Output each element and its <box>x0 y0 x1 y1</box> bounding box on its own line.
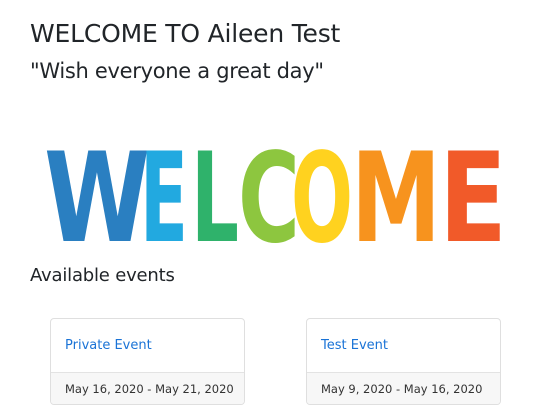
available-events-heading: Available events <box>30 265 175 286</box>
banner-letter: L <box>191 127 239 246</box>
welcome-banner-image: W E L C O M E <box>44 127 507 246</box>
banner-letter: E <box>439 127 507 246</box>
event-link-private-event[interactable]: Private Event <box>65 338 152 353</box>
welcome-banner: W E L C O M E <box>40 118 510 246</box>
banner-letter: W <box>44 127 150 246</box>
banner-letter: O <box>291 127 353 246</box>
event-dates: May 9, 2020 - May 16, 2020 <box>307 372 500 404</box>
event-card: Private Event May 16, 2020 - May 21, 202… <box>50 318 245 405</box>
page-title: WELCOME TO Aileen Test <box>30 19 341 48</box>
event-card-body: Test Event <box>307 319 500 372</box>
event-card: Test Event May 9, 2020 - May 16, 2020 <box>306 318 501 405</box>
event-link-test-event[interactable]: Test Event <box>321 338 388 353</box>
page-subtitle: "Wish everyone a great day" <box>30 59 324 83</box>
event-card-body: Private Event <box>51 319 244 372</box>
banner-letter: M <box>351 127 441 246</box>
event-dates: May 16, 2020 - May 21, 2020 <box>51 372 244 404</box>
banner-letter: E <box>140 127 188 246</box>
page: WELCOME TO Aileen Test "Wish everyone a … <box>0 0 552 419</box>
